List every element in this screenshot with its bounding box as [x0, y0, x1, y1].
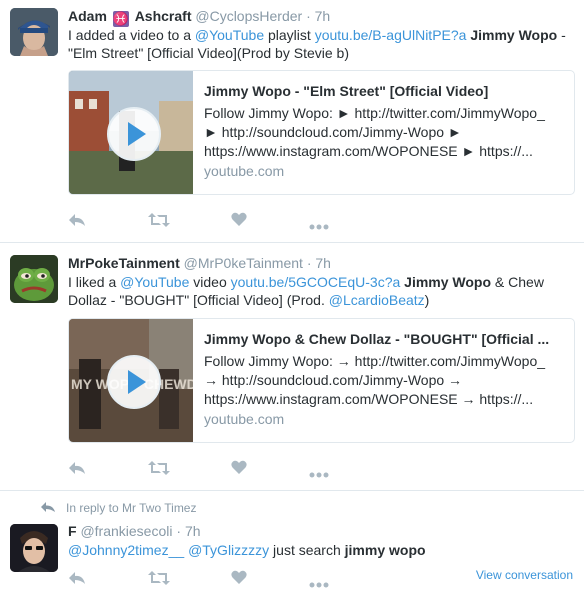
- card-desc-line: Follow Jimmy Wopo: → http://twitter.com/…: [204, 353, 546, 369]
- avatar[interactable]: [10, 524, 58, 572]
- tweet-header: Adam ♓ Ashcraft @CyclopsHerder · 7h: [68, 7, 330, 27]
- card-domain: youtube.com: [204, 411, 285, 427]
- display-name[interactable]: F: [68, 523, 77, 539]
- tweet-text: I liked a @YouTube video youtu.be/5GCOCE…: [68, 273, 578, 309]
- display-name-suffix[interactable]: Ashcraft: [135, 8, 192, 24]
- mention-link[interactable]: @LcardioBeatz: [329, 292, 425, 308]
- avatar-image: [10, 8, 58, 56]
- display-name[interactable]: Adam: [68, 8, 107, 24]
- more-icon[interactable]: [309, 575, 329, 591]
- url-link[interactable]: youtu.be/5GCOCEqU-3c?a: [231, 274, 401, 290]
- card-title[interactable]: Jimmy Wopo & Chew Dollaz - "BOUGHT" [Off…: [204, 331, 564, 347]
- card-thumbnail: [69, 71, 193, 194]
- mention-link[interactable]: @YouTube: [195, 27, 264, 43]
- link-card[interactable]: MY WOPO CHEWDOL Jimmy Wopo & Chew Dollaz…: [68, 318, 575, 443]
- tweet-2[interactable]: MrPokeTainment @MrP0keTainment · 7h I li…: [0, 243, 584, 490]
- user-handle[interactable]: @CyclopsHerder: [195, 8, 302, 24]
- in-reply-to[interactable]: In reply to Mr Two Timez: [40, 501, 196, 515]
- heart-icon[interactable]: [231, 570, 247, 588]
- mention-link[interactable]: @TyGlizzzzy: [188, 542, 269, 558]
- reply-icon[interactable]: [68, 460, 86, 479]
- display-name[interactable]: MrPokeTainment: [68, 255, 180, 271]
- card-thumbnail: MY WOPO CHEWDOL: [69, 319, 193, 442]
- card-description: Follow Jimmy Wopo: → http://twitter.com/…: [204, 352, 564, 409]
- heart-icon[interactable]: [231, 212, 247, 230]
- tweet-3[interactable]: In reply to Mr Two Timez F @frankiesecol…: [0, 491, 584, 602]
- tweet-text: I added a video to a @YouTube playlist y…: [68, 26, 578, 62]
- view-conversation-link[interactable]: View conversation: [476, 568, 573, 582]
- separator: ·: [306, 8, 311, 24]
- reply-arrow-icon: [41, 502, 55, 512]
- link-card[interactable]: Jimmy Wopo - "Elm Street" [Official Vide…: [68, 70, 575, 195]
- retweet-icon[interactable]: [148, 460, 170, 479]
- avatar-image: [10, 255, 58, 303]
- card-desc-line: Follow Jimmy Wopo: ► http://twitter.com/…: [204, 105, 545, 121]
- highlighted-term: jimmy wopo: [344, 542, 426, 558]
- retweet-icon[interactable]: [148, 212, 170, 231]
- tweet-header: MrPokeTainment @MrP0keTainment · 7h: [68, 254, 331, 272]
- card-domain: youtube.com: [204, 163, 285, 179]
- separator: ·: [176, 523, 182, 539]
- heart-icon[interactable]: [231, 460, 247, 478]
- card-desc-line: → http://soundcloud.com/Jimmy-Wopo →: [204, 372, 463, 388]
- more-icon[interactable]: [309, 465, 329, 481]
- url-link[interactable]: youtu.be/B-agUlNitPE?a: [315, 27, 467, 43]
- timestamp[interactable]: 7h: [185, 523, 201, 539]
- pisces-emoji-icon: ♓: [112, 11, 129, 27]
- separator: ·: [306, 255, 312, 271]
- avatar[interactable]: [10, 8, 58, 56]
- mention-link[interactable]: @Johnny2timez__: [68, 542, 184, 558]
- tweet-text-part: I added a video to a: [68, 27, 195, 43]
- card-desc-line: https://www.instagram.com/WOPONESE ► htt…: [204, 143, 533, 159]
- user-handle[interactable]: @frankiesecoli: [80, 523, 172, 539]
- tweet-text-part: video: [189, 274, 231, 290]
- play-button[interactable]: [107, 107, 161, 161]
- mention-link[interactable]: @YouTube: [120, 274, 189, 290]
- tweet-1[interactable]: Adam ♓ Ashcraft @CyclopsHerder · 7h I ad…: [0, 0, 584, 242]
- card-desc-line: https://www.instagram.com/WOPONESE → htt…: [204, 391, 534, 407]
- play-button[interactable]: [107, 355, 161, 409]
- reply-icon[interactable]: [68, 570, 86, 589]
- tweet-header: F @frankiesecoli · 7h: [68, 522, 201, 540]
- reply-icon[interactable]: [68, 212, 86, 231]
- card-description: Follow Jimmy Wopo: ► http://twitter.com/…: [204, 104, 564, 161]
- user-handle[interactable]: @MrP0keTainment: [184, 255, 303, 271]
- tweet-text: @Johnny2timez__ @TyGlizzzzy just search …: [68, 541, 578, 559]
- timestamp[interactable]: 7h: [315, 255, 331, 271]
- in-reply-to-text[interactable]: In reply to Mr Two Timez: [66, 501, 196, 515]
- tweet-text-part: just search: [269, 542, 345, 558]
- highlighted-term: Jimmy Wopo: [404, 274, 492, 290]
- avatar[interactable]: [10, 255, 58, 303]
- card-title[interactable]: Jimmy Wopo - "Elm Street" [Official Vide…: [204, 83, 564, 99]
- timestamp[interactable]: 7h: [315, 8, 331, 24]
- retweet-icon[interactable]: [148, 570, 170, 589]
- more-icon[interactable]: [309, 217, 329, 233]
- tweet-text-part: playlist: [264, 27, 315, 43]
- tweet-text-part: ): [424, 292, 430, 308]
- avatar-image: [10, 524, 58, 572]
- card-desc-line: ► http://soundcloud.com/Jimmy-Wopo ►: [204, 124, 462, 140]
- tweet-text-part: I liked a: [68, 274, 121, 290]
- highlighted-term: Jimmy Wopo: [470, 27, 558, 43]
